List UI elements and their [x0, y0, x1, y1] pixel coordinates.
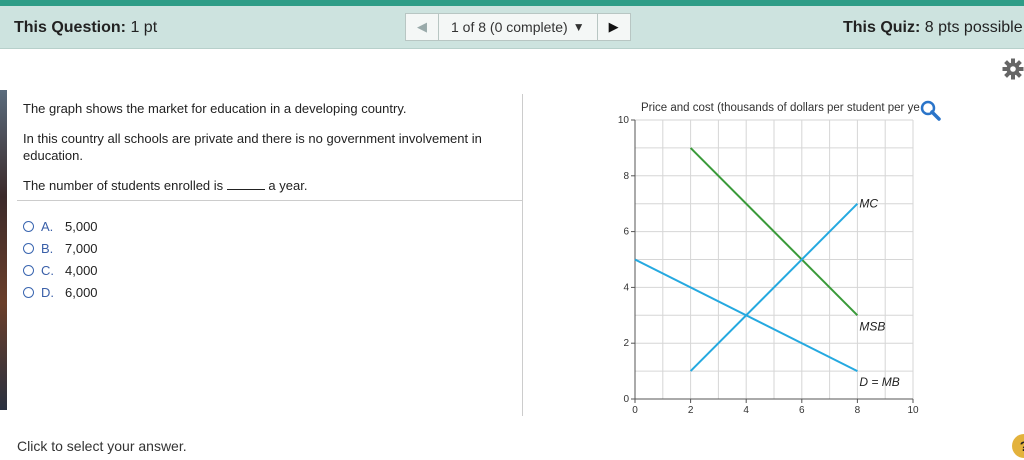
y-axis-label: Price and cost (thousands of dollars per…	[641, 102, 920, 114]
background-window-edge	[0, 90, 7, 410]
chevron-left-icon: ◀	[417, 19, 427, 34]
answer-option-c[interactable]: C. 4,000	[23, 259, 98, 281]
question-line-3-start: The number of students enrolled is	[23, 178, 224, 193]
series-label: MC	[859, 197, 878, 211]
answer-option-b[interactable]: B. 7,000	[23, 237, 98, 259]
question-line-2: In this country all schools are private …	[23, 131, 482, 163]
pager-text: 1 of 8 (0 complete)	[451, 19, 568, 35]
previous-question-button[interactable]: ◀	[405, 13, 439, 41]
question-points-label: This Question:	[14, 19, 126, 36]
option-letter: D.	[41, 284, 54, 300]
y-tick-label: 8	[623, 171, 629, 182]
y-tick-label: 0	[623, 394, 629, 405]
quiz-header: This Question: 1 pt ◀ 1 of 8 (0 complete…	[0, 6, 1024, 49]
answer-option-d[interactable]: D. 6,000	[23, 281, 98, 303]
x-tick-label: 4	[743, 405, 749, 416]
option-text: 5,000	[65, 218, 98, 234]
question-line-1: The graph shows the market for education…	[23, 101, 407, 116]
quiz-points-value: 8 pts possible	[924, 19, 1023, 36]
x-tick-label: 10	[907, 405, 919, 416]
option-letter: C.	[41, 262, 54, 278]
option-letter: B.	[41, 240, 54, 256]
question-pager-dropdown[interactable]: 1 of 8 (0 complete) ▼	[439, 13, 597, 41]
y-tick-label: 6	[623, 227, 629, 238]
education-market-chart: 0 2 4 6 8 10 0 2 4 6 8 10 Price and cost (thousands …	[618, 100, 941, 416]
series-label: MSB	[859, 319, 885, 333]
answer-option-a[interactable]: A. 5,000	[23, 215, 98, 237]
answer-blank	[226, 179, 265, 190]
y-tick-label: 10	[618, 115, 630, 126]
answer-options: A. 5,000 B. 7,000 C. 4,000 D. 6,000	[23, 215, 98, 303]
option-text: 7,000	[65, 240, 98, 256]
panel-divider	[522, 94, 523, 416]
help-icon[interactable]: ?	[1012, 434, 1024, 458]
series-label: D = MB	[859, 375, 899, 389]
footer-instruction: Click to select your answer.	[17, 438, 187, 454]
zoom-icon[interactable]	[920, 100, 941, 121]
question-text: The graph shows the market for education…	[23, 100, 513, 207]
y-tick-label: 4	[623, 282, 629, 293]
quiz-points: This Quiz: 8 pts possible	[843, 19, 1023, 37]
x-tick-label: 0	[632, 405, 638, 416]
question-points: This Question: 1 pt	[14, 19, 157, 37]
radio-button-c[interactable]	[23, 264, 34, 276]
option-text: 4,000	[65, 262, 98, 278]
option-text: 6,000	[65, 284, 98, 300]
question-line-3: The number of students enrolled is a yea…	[23, 177, 513, 194]
next-question-button[interactable]: ▶	[596, 13, 631, 41]
caret-down-icon: ▼	[572, 20, 585, 34]
question-navigator: ◀ 1 of 8 (0 complete) ▼ ▶	[405, 13, 631, 41]
question-divider	[17, 200, 522, 201]
y-tick-label: 2	[623, 338, 629, 349]
question-line-3-end: a year.	[268, 178, 308, 193]
x-tick-label: 6	[799, 405, 805, 416]
option-letter: A.	[41, 218, 54, 234]
question-points-value: 1 pt	[130, 19, 158, 36]
radio-button-d[interactable]	[23, 286, 34, 298]
radio-button-a[interactable]	[23, 220, 34, 232]
x-tick-label: 8	[855, 405, 861, 416]
radio-button-b[interactable]	[23, 242, 34, 254]
gear-icon[interactable]	[1002, 58, 1024, 80]
quiz-points-label: This Quiz:	[843, 19, 921, 36]
chevron-right-icon: ▶	[608, 19, 619, 34]
x-tick-label: 2	[688, 405, 694, 416]
